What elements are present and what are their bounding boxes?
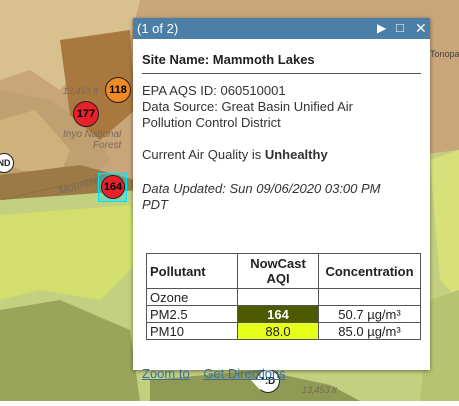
- aqi-marker-value: ND: [0, 158, 11, 168]
- data-updated-line2: PDT: [142, 197, 168, 212]
- aqi-marker-value: 177: [76, 108, 96, 120]
- aqs-id: EPA AQS ID: 060510001: [142, 83, 286, 98]
- table-header-row: Pollutant NowCast AQI Concentration: [146, 253, 421, 289]
- table-row: PM10 88.0 85.0 µg/m³: [146, 322, 421, 340]
- forest-label-line2: Forest: [93, 140, 122, 151]
- aqi-marker-value: 164: [103, 181, 123, 193]
- elevation-label-2: 13,453 ft: [302, 385, 338, 395]
- close-icon[interactable]: ✕: [415, 20, 427, 36]
- site-popup: (1 of 2) ▶ □ ✕ Site Name: Mammoth Lakes …: [133, 18, 430, 390]
- data-updated-line1: Data Updated: Sun 09/06/2020 03:00 PM: [142, 181, 381, 196]
- site-name: Site Name: Mammoth Lakes: [142, 52, 315, 67]
- tonopah-label: Tonopah: [430, 49, 459, 59]
- pollutant-name: PM10: [146, 322, 238, 340]
- aqi-marker-118[interactable]: 118: [105, 77, 131, 103]
- popup-pointer: [251, 380, 269, 390]
- header-pollutant: Pollutant: [146, 253, 238, 289]
- air-quality-prefix: Current Air Quality is: [142, 147, 265, 162]
- forest-label-line1: Inyo National: [63, 129, 122, 140]
- data-source-line1: Data Source: Great Basin Unified Air: [142, 99, 353, 114]
- current-air-quality: Current Air Quality is Unhealthy: [142, 147, 328, 162]
- get-directions-link[interactable]: Get Directions: [203, 366, 285, 381]
- table-row: PM2.5 164 50.7 µg/m³: [146, 305, 421, 323]
- data-source-line2: Pollution Control District: [142, 115, 281, 130]
- popup-header: (1 of 2) ▶ □ ✕: [133, 18, 430, 39]
- elevation-label: 13,453 ft: [63, 86, 99, 96]
- header-nowcast-aqi: NowCast AQI: [237, 253, 319, 289]
- aqi-marker-164[interactable]: 164: [101, 175, 125, 199]
- air-quality-value: Unhealthy: [264, 147, 328, 162]
- popup-pager: (1 of 2): [137, 21, 179, 36]
- popup-actions: Zoom to Get Directions: [142, 366, 296, 381]
- table-row: Ozone: [146, 288, 421, 306]
- aqi-value: 88.0: [237, 322, 319, 340]
- next-feature-icon[interactable]: ▶: [377, 20, 386, 36]
- zoom-to-link[interactable]: Zoom to: [142, 366, 190, 381]
- aqi-value: [237, 288, 319, 306]
- aqi-value: 164: [237, 305, 319, 323]
- aqi-marker-177[interactable]: 177: [73, 101, 99, 127]
- concentration-value: [318, 288, 421, 306]
- concentration-value: 50.7 µg/m³: [318, 305, 421, 323]
- concentration-value: 85.0 µg/m³: [318, 322, 421, 340]
- pollutant-name: PM2.5: [146, 305, 238, 323]
- title-divider: [142, 73, 421, 74]
- dock-icon[interactable]: □: [396, 20, 404, 36]
- header-concentration: Concentration: [318, 253, 421, 289]
- aqi-marker-value: 118: [109, 84, 127, 96]
- pollutant-name: Ozone: [146, 288, 238, 306]
- pollutant-table: Pollutant NowCast AQI Concentration Ozon…: [146, 253, 421, 340]
